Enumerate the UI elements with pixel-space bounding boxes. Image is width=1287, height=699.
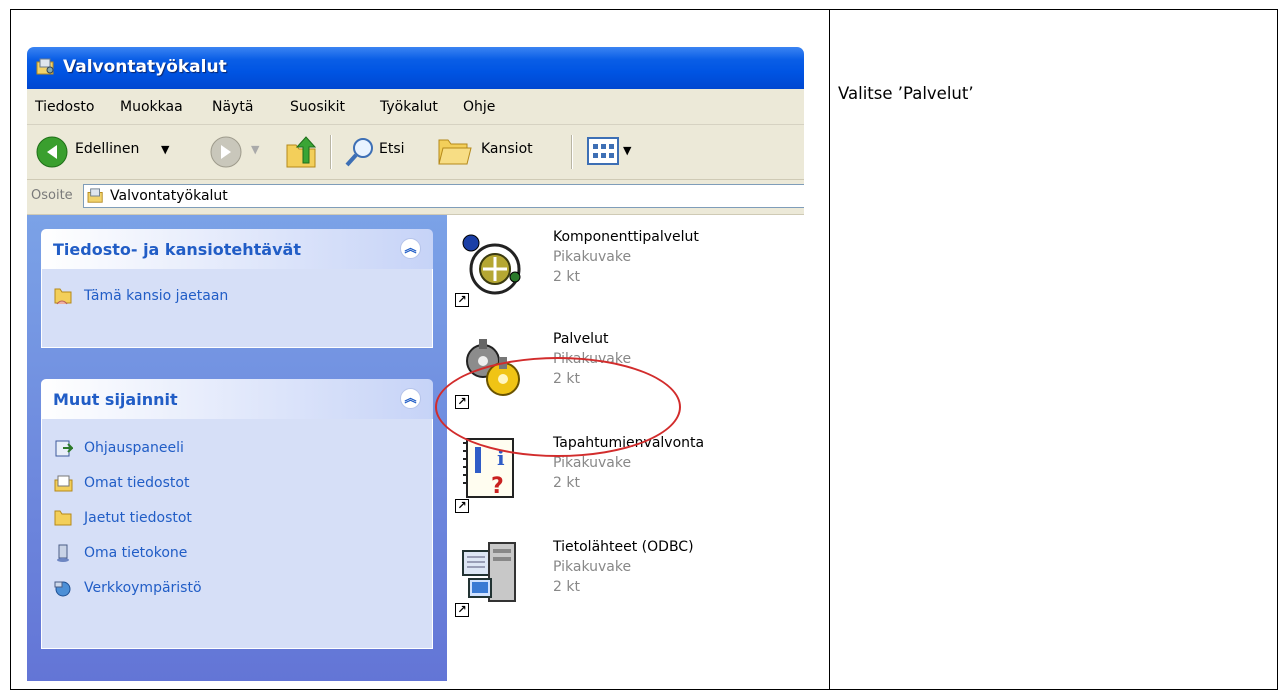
dropdown-arrow-icon[interactable]: ▼ [161, 143, 169, 156]
address-value: Valvontatyökalut [110, 188, 228, 204]
file-type: Pikakuvake [553, 249, 632, 265]
other-places-panel: Muut sijainnit ︽ Ohjauspaneeli Omat tied… [41, 379, 433, 649]
menu-tools[interactable]: Työkalut [380, 99, 438, 115]
folders-button[interactable]: Kansiot [437, 133, 557, 171]
shared-documents-icon [54, 510, 72, 526]
link-label: Ohjauspaneeli [84, 440, 184, 456]
file-folder-tasks-panel: Tiedosto- ja kansiotehtävät ︽ Tämä kansi… [41, 229, 433, 348]
collapse-chevron-icon[interactable]: ︽ [400, 388, 421, 409]
menu-edit[interactable]: Muokkaa [120, 99, 183, 115]
explorer-window-screenshot: Valvontatyökalut Tiedosto Muokkaa Näytä … [27, 47, 804, 681]
file-name: Komponenttipalvelut [553, 229, 699, 245]
link-control-panel[interactable]: Ohjauspaneeli [42, 437, 432, 461]
title-bar: Valvontatyökalut [27, 47, 804, 89]
menu-file[interactable]: Tiedosto [35, 99, 94, 115]
collapse-chevron-icon[interactable]: ︽ [400, 238, 421, 259]
forward-arrow-icon [210, 136, 242, 168]
menu-favorites[interactable]: Suosikit [290, 99, 345, 115]
shortcut-arrow-icon: ↗ [455, 603, 469, 617]
address-label: Osoite [31, 188, 73, 203]
file-name: Tietolähteet (ODBC) [553, 539, 694, 555]
file-size: 2 kt [553, 579, 580, 595]
link-my-computer[interactable]: Oma tietokone [42, 542, 432, 566]
link-shared-documents[interactable]: Jaetut tiedostot [42, 507, 432, 531]
odbc-data-sources-icon [462, 542, 516, 602]
panel-body: Ohjauspaneeli Omat tiedostot Jaetut tied… [41, 419, 433, 649]
task-pane: Tiedosto- ja kansiotehtävät ︽ Tämä kansi… [27, 215, 447, 681]
link-label: Omat tiedostot [84, 475, 190, 491]
file-item-component-services[interactable]: ↗ Komponenttipalvelut Pikakuvake 2 kt [447, 229, 804, 329]
admin-tools-folder-icon [87, 188, 103, 203]
toolbar-separator [330, 135, 332, 169]
share-folder-icon [54, 288, 72, 305]
admin-tools-folder-icon [36, 58, 54, 75]
svg-text:?: ? [491, 474, 504, 499]
link-label: Verkkoympäristö [84, 580, 202, 596]
instruction-text: Valitse ’Palvelut’ [838, 84, 974, 103]
back-arrow-icon [36, 136, 68, 168]
file-size: 2 kt [553, 475, 580, 491]
link-my-documents[interactable]: Omat tiedostot [42, 472, 432, 496]
file-size: 2 kt [553, 269, 580, 285]
back-button[interactable]: Edellinen ▼ [33, 133, 193, 171]
toolbar: Edellinen ▼ ▼ Etsi Kansiot ▼ [27, 125, 804, 180]
panel-header[interactable]: Muut sijainnit ︽ [41, 379, 433, 419]
panel-title: Tiedosto- ja kansiotehtävät [53, 240, 301, 259]
link-label: Jaetut tiedostot [84, 510, 192, 526]
up-folder-icon[interactable] [283, 135, 319, 171]
my-computer-icon [57, 544, 69, 562]
address-input[interactable]: Valvontatyökalut [83, 184, 804, 208]
search-label: Etsi [379, 141, 405, 157]
window-title: Valvontatyökalut [63, 57, 227, 77]
folders-label: Kansiot [481, 141, 533, 157]
my-documents-icon [54, 475, 73, 492]
link-label: Oma tietokone [84, 545, 188, 561]
shortcut-arrow-icon: ↗ [455, 293, 469, 307]
menu-view[interactable]: Näytä [212, 99, 253, 115]
forward-button[interactable]: ▼ [209, 133, 269, 171]
panel-title: Muut sijainnit [53, 390, 178, 409]
menu-bar: Tiedosto Muokkaa Näytä Suosikit Työkalut… [27, 89, 804, 125]
views-icon [587, 137, 619, 165]
link-share-folder[interactable]: Tämä kansio jaetaan [42, 285, 432, 309]
network-places-icon [54, 581, 71, 597]
folders-icon [438, 139, 472, 165]
search-button[interactable]: Etsi [343, 133, 423, 171]
link-network-places[interactable]: Verkkoympäristö [42, 577, 432, 601]
address-bar: Osoite Valvontatyökalut [27, 180, 804, 215]
back-label: Edellinen [75, 141, 140, 157]
control-panel-icon [55, 440, 73, 457]
highlight-circle-annotation [435, 357, 681, 457]
file-item-odbc[interactable]: ↗ Tietolähteet (ODBC) Pikakuvake 2 kt [447, 539, 804, 639]
file-type: Pikakuvake [553, 455, 632, 471]
file-type: Pikakuvake [553, 559, 632, 575]
toolbar-separator [571, 135, 573, 169]
dropdown-arrow-icon[interactable]: ▼ [623, 144, 631, 157]
link-label: Tämä kansio jaetaan [84, 288, 229, 304]
menu-help[interactable]: Ohje [463, 99, 495, 115]
table-column-divider [829, 10, 830, 689]
shortcut-arrow-icon: ↗ [455, 499, 469, 513]
views-button[interactable]: ▼ [583, 135, 639, 169]
file-name: Palvelut [553, 331, 609, 347]
panel-header[interactable]: Tiedosto- ja kansiotehtävät ︽ [41, 229, 433, 269]
component-services-icon [462, 234, 521, 295]
dropdown-arrow-icon[interactable]: ▼ [251, 143, 259, 156]
panel-body: Tämä kansio jaetaan [41, 269, 433, 348]
search-icon [345, 138, 373, 167]
